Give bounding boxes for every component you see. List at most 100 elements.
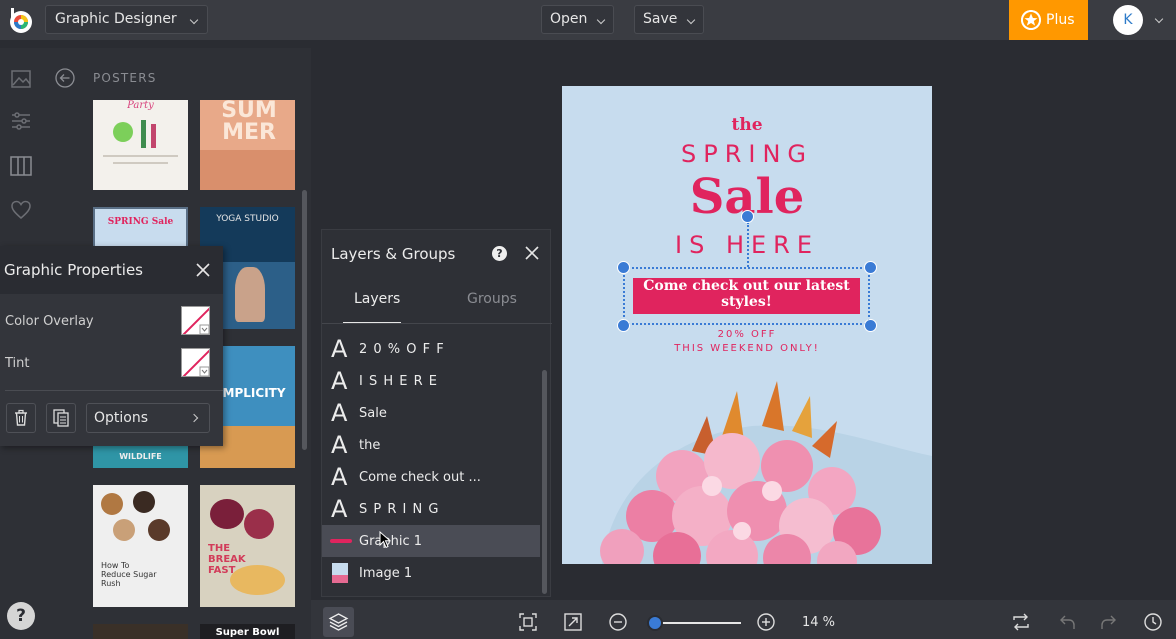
divider [322, 323, 552, 324]
tab-layers[interactable]: Layers [354, 291, 400, 307]
zoom-slider-track[interactable] [651, 622, 741, 624]
help-button[interactable]: ? [7, 602, 35, 630]
open-button[interactable]: Open [541, 5, 615, 34]
text-layer-icon: A [331, 463, 348, 491]
layer-item-image-1[interactable]: Image 1 [322, 557, 540, 589]
history-icon[interactable] [1143, 612, 1163, 632]
plus-label: Plus [1046, 12, 1075, 28]
close-icon[interactable] [194, 261, 212, 279]
layer-item-spring[interactable]: A S P R I N G [322, 493, 540, 525]
image-icon[interactable] [10, 68, 32, 90]
layer-item-sale[interactable]: A Sale [322, 397, 540, 429]
swap-icon[interactable] [1011, 612, 1031, 632]
chevron-down-icon [687, 15, 696, 25]
layer-item-label: S P R I N G [359, 502, 440, 517]
thumb-title: YOGA STUDIO [216, 214, 279, 224]
layer-item-20-off[interactable]: A 2 0 % O F F [322, 333, 540, 365]
thumb-title: How To Reduce Sugar Rush [101, 561, 157, 588]
divider [5, 390, 223, 391]
resize-handle-top-left[interactable] [617, 261, 630, 274]
no-color-icon [182, 349, 209, 376]
thumb-title: Party [127, 100, 154, 111]
avatar[interactable]: K [1113, 5, 1143, 35]
app-selector-label: Graphic Designer [55, 11, 177, 27]
poster-spring-text[interactable]: SPRING [562, 140, 932, 168]
duplicate-button[interactable] [46, 403, 76, 433]
resize-handle-top-right[interactable] [864, 261, 877, 274]
poster-thumb-dark[interactable] [93, 624, 188, 639]
undo-icon[interactable] [1057, 612, 1077, 632]
expand-icon[interactable] [563, 612, 583, 632]
zoom-percentage: 14 % [802, 615, 836, 630]
poster-thumb-breakfast[interactable]: THE BREAK FAST [200, 485, 295, 607]
app-selector[interactable]: Graphic Designer [45, 5, 208, 34]
open-label: Open [550, 11, 588, 27]
layers-icon [328, 613, 349, 631]
zoom-in-icon[interactable] [756, 612, 776, 632]
zoom-slider-handle[interactable] [647, 615, 663, 631]
trash-icon [15, 409, 27, 426]
layers-panel-title: Layers & Groups [331, 245, 456, 263]
app-logo-icon[interactable] [8, 8, 34, 34]
layer-item-label: the [359, 438, 381, 453]
layers-scrollbar[interactable] [542, 370, 547, 594]
chevron-down-icon[interactable] [1154, 14, 1164, 24]
layer-item-the[interactable]: A the [322, 429, 540, 461]
panel-title: POSTERS [93, 71, 157, 85]
poster-the-text[interactable]: the [562, 115, 932, 135]
redo-icon[interactable] [1099, 612, 1119, 632]
grid-columns-icon[interactable] [10, 155, 32, 177]
plus-upgrade-button[interactable]: Plus [1009, 0, 1088, 40]
poster-weekend-text[interactable]: THIS WEEKEND ONLY! [562, 343, 932, 354]
mouse-cursor-icon [379, 531, 391, 549]
options-button[interactable]: Options [86, 403, 210, 433]
no-color-icon [182, 307, 209, 334]
copy-icon [53, 409, 69, 427]
thumb-title: SPRING Sale [107, 217, 174, 227]
star-icon [1021, 10, 1041, 30]
color-overlay-label: Color Overlay [5, 314, 94, 329]
graphic-layer-icon [330, 539, 352, 543]
poster-thumb-party[interactable]: Party [93, 100, 188, 190]
posters-scrollbar[interactable] [302, 190, 307, 450]
text-layer-icon: A [331, 335, 348, 363]
fit-to-screen-icon[interactable] [518, 612, 538, 632]
layers-toggle-button[interactable] [323, 607, 354, 637]
tab-groups[interactable]: Groups [467, 291, 517, 307]
thumb-title: SUM MER [221, 100, 277, 145]
text-layer-icon: A [331, 431, 348, 459]
save-label: Save [643, 11, 678, 27]
delete-button[interactable] [6, 403, 36, 433]
resize-handle-bottom-left[interactable] [617, 319, 630, 332]
selection-box [623, 267, 870, 325]
layer-item-label: Come check out ... [359, 470, 481, 485]
options-label: Options [94, 410, 149, 426]
sliders-icon[interactable] [10, 110, 32, 132]
graphic-properties-header: Graphic Properties [0, 246, 223, 294]
flowers-image[interactable] [562, 366, 932, 564]
color-overlay-swatch[interactable] [181, 306, 210, 335]
layer-item-label: Image 1 [359, 566, 413, 581]
rotation-handle-line [747, 222, 749, 267]
poster-thumb-sugar[interactable]: How To Reduce Sugar Rush [93, 485, 188, 607]
help-icon[interactable]: ? [492, 246, 507, 261]
back-arrow-icon[interactable] [55, 68, 75, 88]
text-layer-icon: A [331, 367, 348, 395]
save-button[interactable]: Save [634, 5, 705, 34]
tint-swatch[interactable] [181, 348, 210, 377]
poster-thumb-super-bowl[interactable]: Super Bowl [200, 624, 295, 639]
poster-thumb-summer[interactable]: SUM MER [200, 100, 295, 190]
layer-item-is-here[interactable]: A I S H E R E [322, 365, 540, 397]
layer-item-label: I S H E R E [359, 374, 438, 389]
close-icon[interactable] [524, 245, 540, 261]
layer-item-graphic-1[interactable]: Graphic 1 [322, 525, 540, 557]
rotate-handle[interactable] [741, 210, 754, 223]
top-bar: Graphic Designer Open Save Plus K [0, 0, 1176, 40]
layer-item-come-check-out[interactable]: A Come check out ... [322, 461, 540, 493]
resize-handle-bottom-right[interactable] [864, 319, 877, 332]
poster-20-off-text[interactable]: 20% OFF [562, 329, 932, 340]
bottom-toolbar: 14 % [311, 600, 1176, 639]
text-layer-icon: A [331, 495, 348, 523]
zoom-out-icon[interactable] [608, 612, 628, 632]
heart-icon[interactable] [10, 199, 32, 221]
